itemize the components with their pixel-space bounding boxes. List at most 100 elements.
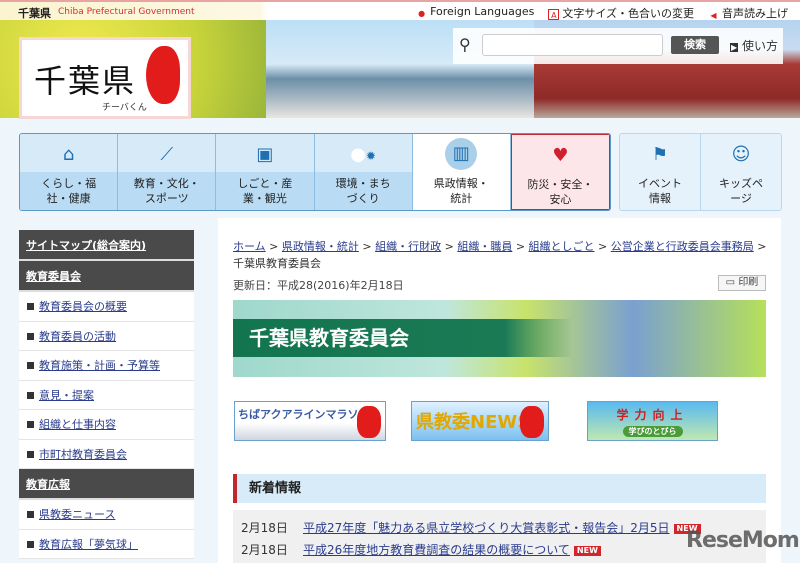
foreign-languages-link[interactable]: ● Foreign Languages (416, 5, 534, 21)
resemom-watermark: ReseMom (686, 528, 800, 553)
heart-icon: ♥ (552, 145, 569, 166)
sidebar: サイトマップ(総合案内) 教育委員会 教育委員会の概要 教育委員の活動 教育施策… (19, 230, 194, 559)
news-date: 2月18日 (241, 521, 288, 535)
site-name-en: Chiba Prefectural Government (58, 7, 195, 17)
header: 千葉県 チーバくん ⚲ 検索 ▶ 使い方 (0, 20, 800, 119)
news-link[interactable]: 平成26年度地方教育費調査の結果の概要について (303, 543, 570, 557)
nav-living-welfare[interactable]: ⌂ くらし・福 社・健康 (20, 134, 119, 210)
breadcrumb-link[interactable]: 公営企業と行政委員会事務局 (611, 240, 754, 253)
search-box: ⚲ 検索 ▶ 使い方 (453, 28, 783, 64)
nav-label: 県政情報・ 統計 (433, 177, 489, 205)
logo-text: 千葉県 (34, 62, 137, 100)
sidebar-item[interactable]: 教育委員会の概要 (19, 292, 194, 322)
updated-date: 更新日：平成28(2016)年2月18日 (233, 279, 404, 292)
kenkyoi-news-banner[interactable]: 県教委NEWS (411, 401, 549, 441)
new-badge: NEW (573, 546, 601, 556)
breadcrumb-current: 千葉県教育委員会 (233, 257, 321, 270)
bullet-icon (27, 421, 34, 428)
house-icon: ⌂ (62, 144, 75, 165)
sidebar-sitemap-link[interactable]: サイトマップ(総合案内) (19, 230, 194, 261)
breadcrumb: ホーム > 県政情報・統計 > 組織・行財政 > 組織・職員 > 組織としごと … (233, 240, 767, 270)
sidebar-item[interactable]: 教育委員の活動 (19, 321, 194, 351)
nav-label: くらし・福 社・健康 (41, 177, 97, 205)
news-date: 2月18日 (241, 543, 288, 557)
chiba-logo[interactable]: 千葉県 チーバくん (19, 37, 191, 119)
print-button[interactable]: ▭ 印刷 (718, 275, 766, 291)
nav-kids[interactable]: ☺ キッズペ ージ (701, 134, 781, 210)
sidebar-link[interactable]: 市町村教育委員会 (39, 448, 127, 461)
sidebar-heading-board[interactable]: 教育委員会 (19, 261, 194, 292)
search-input[interactable] (482, 34, 663, 56)
text-size-color-link[interactable]: A 文字サイズ・色合いの変更 (548, 5, 694, 21)
news-link[interactable]: 平成27年度「魅力ある県立学校づくり大賞表彰式・報告会」2月5日 (303, 521, 670, 535)
breadcrumb-link[interactable]: ホーム (233, 240, 266, 253)
breadcrumb-link[interactable]: 組織・行財政 (375, 240, 441, 253)
secondary-nav: ⚑ イベント 情報 ☺ キッズペ ージ (619, 133, 782, 211)
nav-events[interactable]: ⚑ イベント 情報 (620, 134, 701, 210)
bullet-icon (27, 391, 34, 399)
aqualine-marathon-banner[interactable]: ちばアクアラインマラソン (234, 401, 386, 441)
breadcrumb-link[interactable]: 県政情報・統計 (282, 240, 359, 253)
nav-government-stats[interactable]: ▥ 県政情報・ 統計 (412, 134, 511, 210)
bullet-icon (27, 511, 34, 518)
print-label: 印刷 (738, 277, 759, 288)
sidebar-link[interactable]: 教育施策・計画・予算等 (39, 359, 160, 372)
nav-label: 教育・文化・ スポーツ (133, 177, 200, 205)
bullet-icon (27, 540, 34, 548)
read-aloud-link[interactable]: ◀ 音声読み上げ (708, 5, 788, 21)
nav-disaster-safety[interactable]: ♥ 防災・安全・ 安心 (510, 134, 610, 210)
bullet-icon (27, 303, 34, 310)
news-item: 2月18日 平成27年度「魅力ある県立学校づくり大賞表彰式・報告会」2月5日 NEW (241, 518, 758, 540)
sidebar-item[interactable]: 市町村教育委員会 (19, 439, 194, 469)
flag-icon: ⚑ (651, 144, 669, 165)
sidebar-item[interactable]: 教育施策・計画・予算等 (19, 351, 194, 381)
howto-link[interactable]: ▶ 使い方 (730, 37, 778, 54)
nav-work-industry[interactable]: ▣ しごと・産 業・観光 (216, 134, 315, 210)
sidebar-link[interactable]: 県教委ニュース (39, 508, 115, 521)
building-icon: ▥ (445, 138, 478, 170)
briefcase-icon: ▣ (256, 144, 274, 165)
sidebar-item[interactable]: 県教委ニュース (19, 500, 194, 530)
sidebar-link[interactable]: 教育委員の活動 (39, 330, 116, 343)
link-label: Foreign Languages (430, 5, 535, 18)
printer-icon: ▭ (725, 277, 736, 288)
sidebar-link[interactable]: 意見・提案 (39, 389, 94, 402)
sidebar-link[interactable]: 教育広報「夢気球」 (39, 538, 138, 551)
banner-subtext: 学びのとびら (622, 426, 683, 437)
news-item: 2月18日 平成26年度地方教育費調査の結果の概要について NEW (241, 540, 758, 562)
nav-label: 防災・安全・ 安心 (527, 178, 594, 206)
page-banner: 千葉県教育委員会 (233, 300, 766, 377)
page-title: 千葉県教育委員会 (233, 319, 573, 357)
chiba-kun-icon (357, 406, 381, 438)
top-bar: 千葉県 Chiba Prefectural Government ● Foreig… (0, 0, 800, 20)
sidebar-link[interactable]: 組織と仕事内容 (39, 418, 116, 431)
nav-label: しごと・産 業・観光 (237, 177, 293, 205)
sidebar-heading-publicity[interactable]: 教育広報 (19, 469, 194, 500)
mascot-name: チーバくん (102, 103, 147, 113)
search-button[interactable]: 検索 (671, 36, 719, 54)
chiba-kun-icon (520, 406, 544, 438)
sidebar-item[interactable]: 教育広報「夢気球」 (19, 529, 194, 559)
link-label: 文字サイズ・色合いの変更 (562, 7, 694, 20)
sidebar-item[interactable]: 組織と仕事内容 (19, 410, 194, 440)
sidebar-item[interactable]: 意見・提案 (19, 380, 194, 410)
globe-icon: ● (418, 9, 426, 18)
search-icon: ⚲ (459, 35, 471, 54)
nav-label: キッズペ ージ (719, 177, 763, 205)
howto-label: 使い方 (741, 39, 778, 53)
nav-label: 環境・まち づくり (335, 177, 391, 205)
nav-environment[interactable]: ●✹ 環境・まち づくり (314, 134, 413, 210)
bat-icon: ⟋ (160, 144, 174, 165)
main-nav: ⌂ くらし・福 社・健康 ⟋ 教育・文化・ スポーツ ▣ しごと・産 業・観光 ●✹ 環… (19, 133, 611, 211)
bullet-icon (27, 332, 34, 340)
banner-text: 県教委NEWS (416, 412, 531, 433)
breadcrumb-link[interactable]: 組織としごと (529, 240, 595, 253)
tree-sun-icon: ●✹ (350, 144, 376, 165)
banner-text: 学力向上 (616, 408, 689, 422)
bullet-icon (27, 362, 34, 369)
breadcrumb-link[interactable]: 組織・職員 (457, 240, 512, 253)
academic-improvement-banner[interactable]: 学力向上学びのとびら (587, 401, 718, 441)
site-name: 千葉県 (18, 7, 51, 20)
sidebar-link[interactable]: 教育委員会の概要 (39, 300, 127, 313)
nav-education-culture[interactable]: ⟋ 教育・文化・ スポーツ (118, 134, 217, 210)
